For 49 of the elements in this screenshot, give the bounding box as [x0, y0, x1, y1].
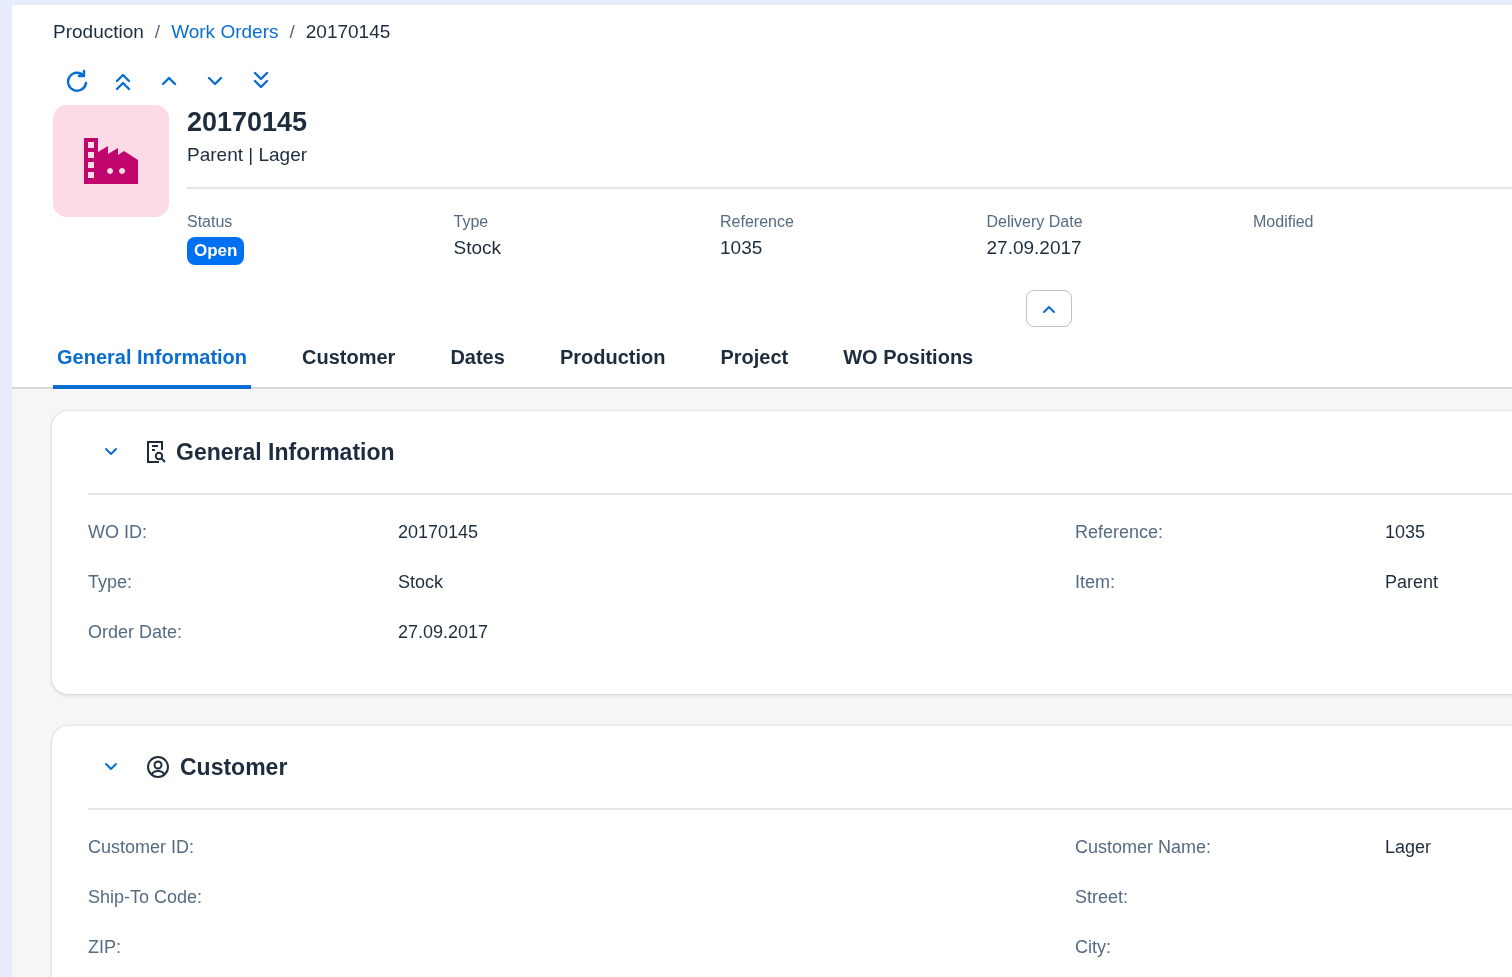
- tab[interactable]: Customer: [276, 328, 422, 389]
- object-title: 20170145: [187, 107, 309, 138]
- field-value: 1035: [1385, 522, 1426, 544]
- breadcrumb-item: Production: [53, 21, 144, 43]
- breadcrumb-link[interactable]: Work Orders: [171, 21, 279, 43]
- attribute-label: Delivery Date: [986, 213, 1083, 231]
- document-search-icon: [146, 440, 166, 464]
- status-badge: Open: [187, 237, 245, 265]
- field-label: Item:: [1075, 572, 1116, 594]
- attribute-label: Modified: [1253, 213, 1314, 231]
- field-label: City:: [1075, 937, 1112, 959]
- attribute-label: Reference: [720, 213, 794, 231]
- chevron-icon: [1042, 303, 1056, 314]
- attribute-label: Status: [187, 213, 233, 231]
- tab[interactable]: WO Positions: [817, 328, 1000, 389]
- field-label: Ship-To Code:: [88, 887, 204, 909]
- expand-toggle[interactable]: [104, 447, 118, 457]
- field-value: Lager: [1385, 837, 1432, 859]
- section-title: General Information: [176, 438, 395, 466]
- field-value: Stock: [398, 572, 444, 594]
- user-icon: [146, 755, 170, 779]
- chevron-icon: [104, 762, 118, 772]
- factory-icon: [84, 138, 138, 184]
- section-title: Customer: [180, 753, 288, 781]
- field-label: ZIP:: [88, 937, 122, 959]
- attribute-value: 1035: [720, 237, 763, 259]
- field-value: 27.09.2017: [398, 622, 489, 644]
- field-label: Street:: [1075, 887, 1130, 909]
- attribute-value: Stock: [453, 237, 502, 259]
- object-subtitle: Parent | Lager: [187, 144, 309, 166]
- attribute-value: 27.09.2017: [986, 237, 1082, 259]
- tab[interactable]: Production: [533, 328, 692, 389]
- field-label: Order Date:: [88, 622, 184, 644]
- tab[interactable]: Project: [694, 328, 815, 389]
- breadcrumb-separator: /: [289, 21, 295, 43]
- field-label: Customer ID:: [88, 837, 196, 859]
- breadcrumb-item: 20170145: [305, 21, 391, 43]
- breadcrumb-separator: /: [154, 21, 161, 43]
- tab[interactable]: Dates: [424, 328, 531, 389]
- field-label: Customer Name:: [1075, 837, 1213, 859]
- field-value: Parent: [1385, 572, 1439, 594]
- field-label: WO ID:: [88, 522, 148, 544]
- chevron-icon: [104, 447, 118, 457]
- field-label: Type:: [88, 572, 134, 594]
- attribute-label: Type: [453, 213, 489, 231]
- field-value: 20170145: [398, 522, 479, 544]
- tab[interactable]: General Information: [53, 328, 252, 389]
- expand-toggle[interactable]: [104, 762, 118, 772]
- field-label: Reference:: [1075, 522, 1165, 544]
